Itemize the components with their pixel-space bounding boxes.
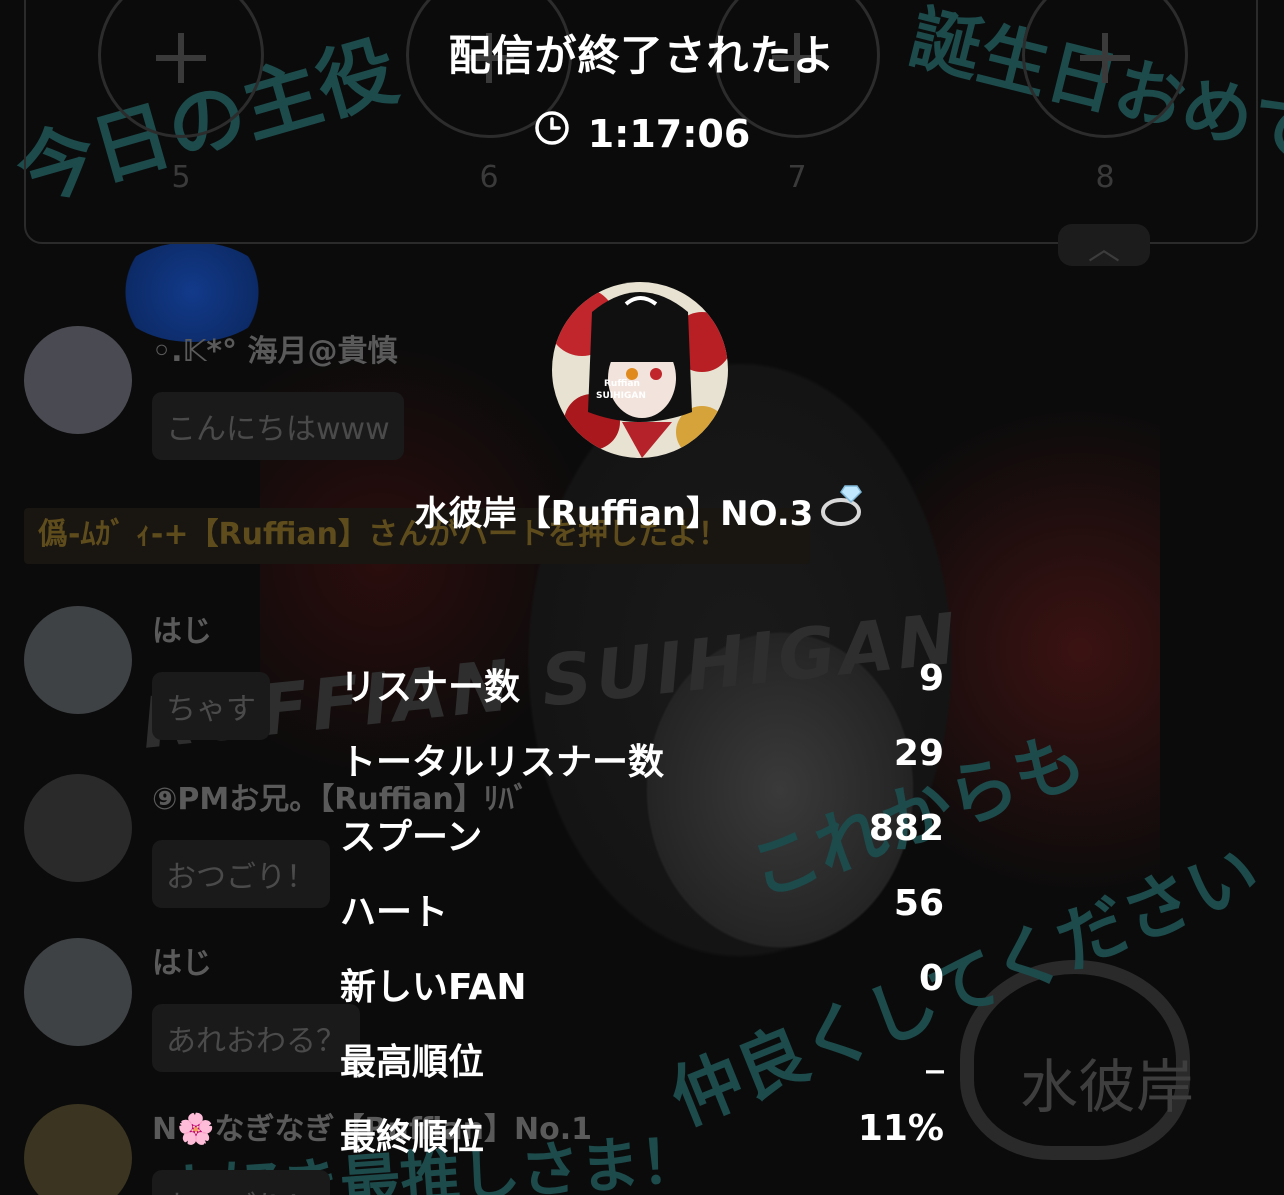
host-name: 水彼岸【Ruffian】NO.3: [0, 484, 1284, 537]
stat-value: 11%: [857, 1108, 944, 1149]
stat-row-new-fans: 新しいFAN 0: [340, 958, 944, 1033]
stat-row-hearts: ハート 56: [340, 883, 944, 958]
ring-icon: [819, 484, 869, 537]
stat-row-best-rank: 最高順位 _: [340, 1033, 944, 1108]
stat-value: 56: [893, 883, 944, 924]
stat-label: 最高順位: [340, 1042, 485, 1083]
stat-value: _: [926, 1033, 944, 1074]
host-avatar: Ruffian SUIHIGAN: [552, 282, 728, 458]
stream-duration: 1:17:06: [0, 110, 1284, 156]
stat-row-total-listeners: トータルリスナー数 29: [340, 733, 944, 808]
clock-icon: [534, 110, 570, 155]
stat-value: 9: [918, 658, 944, 699]
stream-ended-overlay: 配信が終了されたよ 1:17:06 Ruffian SUIHIGAN 水彼岸【R…: [0, 0, 1284, 1195]
stat-value: 0: [918, 958, 944, 999]
stat-label: 新しいFAN: [340, 967, 527, 1008]
avatar-text: SUIHIGAN: [596, 391, 646, 401]
stat-label: 最終順位: [340, 1117, 485, 1158]
stat-label: スプーン: [340, 817, 483, 858]
stat-label: ハート: [340, 892, 449, 933]
stat-row-spoons: スプーン 882: [340, 808, 944, 883]
stat-row-listeners: リスナー数 9: [340, 658, 944, 733]
stat-value: 882: [868, 808, 944, 849]
stat-row-final-rank: 最終順位 11%: [340, 1108, 944, 1183]
stream-stats: リスナー数 9 トータルリスナー数 29 スプーン 882 ハート 56 新しい…: [340, 658, 944, 1183]
stat-value: 29: [893, 733, 944, 774]
duration-value: 1:17:06: [587, 112, 751, 156]
host-name-text: 水彼岸【Ruffian】NO.3: [414, 494, 814, 534]
avatar-text: Ruffian: [604, 379, 640, 389]
stat-label: トータルリスナー数: [340, 742, 665, 783]
stat-label: リスナー数: [340, 667, 521, 708]
page-title: 配信が終了されたよ: [448, 31, 836, 80]
